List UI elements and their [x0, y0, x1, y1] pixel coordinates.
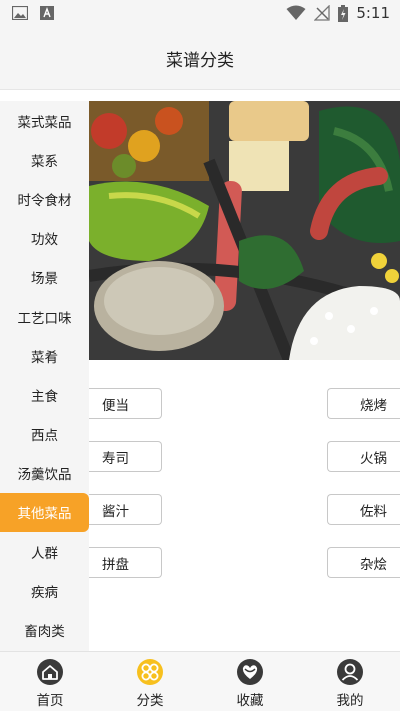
- clock: 5:11: [356, 4, 390, 22]
- tag-barbecue[interactable]: 烧烤: [327, 388, 400, 419]
- nav-profile-label: 我的: [336, 693, 364, 709]
- gallery-icon: [12, 6, 28, 20]
- status-left-icons: [12, 6, 54, 20]
- sidebar-item-dish-styles[interactable]: 菜式菜品: [0, 101, 89, 140]
- nav-category[interactable]: 分类: [100, 652, 200, 711]
- home-icon: [37, 659, 63, 685]
- status-right-icons: 5:11: [286, 4, 390, 22]
- category-banner-image: [89, 101, 400, 360]
- status-bar: 5:11: [0, 0, 400, 26]
- tag-platter[interactable]: 拼盘: [89, 547, 162, 578]
- sidebar-item-other-dishes[interactable]: 其他菜品: [0, 492, 89, 533]
- nav-home[interactable]: 首页: [0, 652, 100, 711]
- tag-sushi[interactable]: 寿司: [89, 441, 162, 472]
- page-title: 菜谱分类: [166, 51, 234, 71]
- wifi-icon: [286, 5, 306, 20]
- sidebar-item-scene[interactable]: 场景: [0, 258, 89, 297]
- sidebar-item-disease[interactable]: 疾病: [0, 571, 89, 610]
- favorites-icon: [237, 659, 263, 685]
- no-signal-icon: [314, 5, 330, 21]
- font-app-icon: [40, 6, 54, 20]
- nav-favorites[interactable]: 收藏: [200, 652, 300, 711]
- bottom-nav: 首页 分类 收藏 我的: [0, 651, 400, 711]
- tag-bento[interactable]: 便当: [89, 388, 162, 419]
- sidebar-item-people[interactable]: 人群: [0, 532, 89, 571]
- nav-category-label: 分类: [136, 693, 164, 709]
- tag-hotpot[interactable]: 火锅: [327, 441, 400, 472]
- nav-home-label: 首页: [36, 693, 64, 709]
- tag-sauce[interactable]: 酱汁: [89, 494, 162, 525]
- sidebar-item-seasonal[interactable]: 时令食材: [0, 179, 89, 218]
- nav-favorites-label: 收藏: [236, 693, 264, 709]
- sidebar-item-cuisine[interactable]: 菜系: [0, 140, 89, 179]
- category-icon: [137, 659, 163, 685]
- sidebar-item-dishes[interactable]: 菜肴: [0, 336, 89, 375]
- sidebar-item-soups-drinks[interactable]: 汤羹饮品: [0, 454, 89, 493]
- sidebar-item-pastry[interactable]: 西点: [0, 415, 89, 454]
- sidebar-item-efficacy[interactable]: 功效: [0, 219, 89, 258]
- sidebar-item-technique-flavor[interactable]: 工艺口味: [0, 297, 89, 336]
- category-sidebar: 菜式菜品 菜系 时令食材 功效 场景 工艺口味 菜肴 主食 西点 汤羹饮品 其他…: [0, 101, 89, 651]
- tag-hodgepodge[interactable]: 杂烩: [327, 547, 400, 578]
- profile-icon: [337, 659, 363, 685]
- app-header: 菜谱分类: [0, 26, 400, 90]
- battery-icon: [338, 4, 349, 22]
- nav-profile[interactable]: 我的: [300, 652, 400, 711]
- sidebar-item-staple[interactable]: 主食: [0, 375, 89, 414]
- bento-photo: [89, 101, 400, 360]
- tag-condiment[interactable]: 佐料: [327, 494, 400, 525]
- sidebar-item-meat[interactable]: 畜肉类: [0, 610, 89, 649]
